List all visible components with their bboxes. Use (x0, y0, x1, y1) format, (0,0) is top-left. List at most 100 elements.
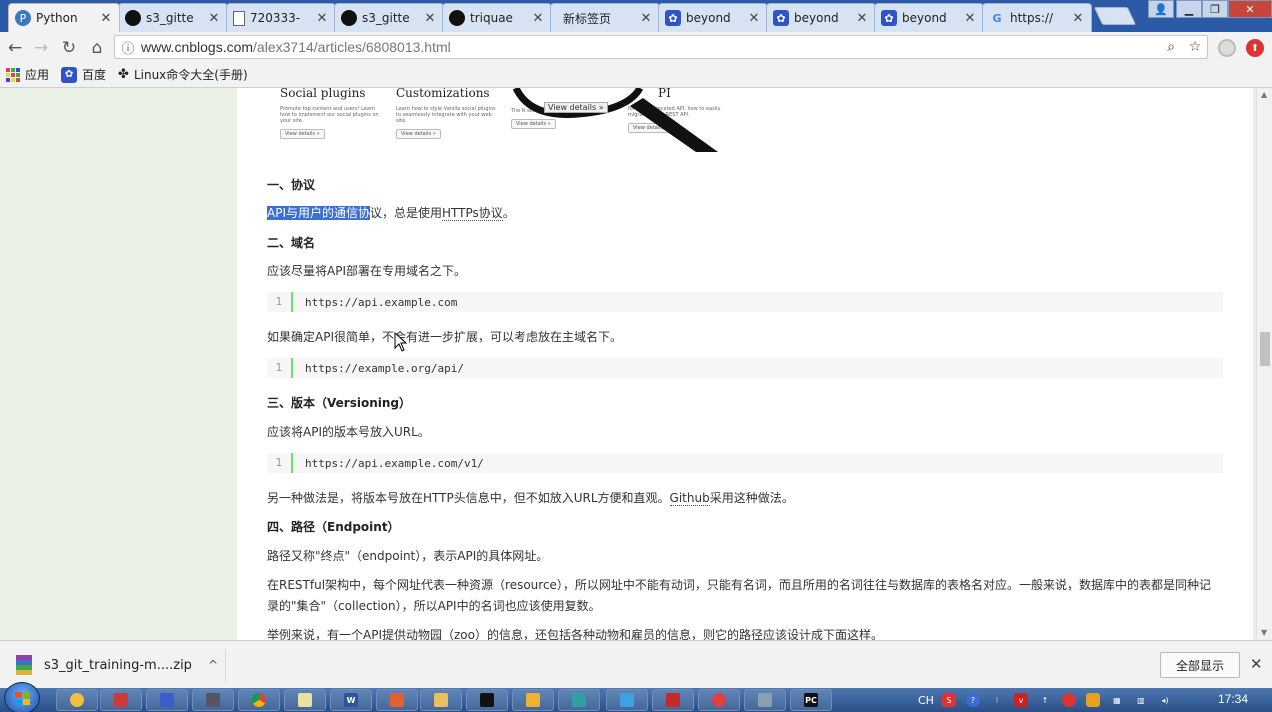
taskbar-app[interactable] (652, 689, 694, 711)
tab-python[interactable]: P Python ✕ (8, 3, 120, 32)
tray-icon[interactable]: ⁝ (990, 693, 1004, 707)
tab-s3-gitte-2[interactable]: s3_gitte ✕ (334, 3, 444, 32)
bookmark-star-icon[interactable]: ☆ (1183, 39, 1207, 55)
tab-720333[interactable]: 720333- ✕ (226, 3, 336, 32)
tab-s3-gitte-1[interactable]: s3_gitte ✕ (118, 3, 228, 32)
back-button[interactable]: ← (4, 37, 26, 59)
tray-icon[interactable] (1085, 693, 1100, 707)
taskbar-pycharm[interactable]: PC (790, 689, 832, 711)
browser-toolbar: ← → ↻ ⌂ ⓘ www.cnblogs.com/alex3714/artic… (0, 32, 1272, 62)
taskbar-app[interactable] (558, 689, 600, 711)
selected-text[interactable]: API与用户的通信协 (267, 206, 370, 220)
close-icon[interactable]: ✕ (99, 11, 113, 26)
bookmark-label: Linux命令大全(手册) (133, 68, 248, 82)
window-close-button[interactable]: ✕ (1228, 0, 1272, 18)
close-icon[interactable]: ✕ (1250, 655, 1263, 673)
https-protocol-link[interactable]: HTTPs协议 (442, 206, 503, 221)
chevron-up-icon[interactable]: ^ (201, 658, 225, 672)
magnifier-graphic (512, 88, 718, 152)
scrollbar-thumb[interactable] (1260, 332, 1270, 366)
scroll-up-icon[interactable]: ▲ (1261, 90, 1267, 99)
download-bar: s3_git_training-m....zip ^ 全部显示 ✕ (0, 640, 1272, 688)
tab-label: beyond (686, 11, 731, 25)
code-block[interactable]: 1 https://api.example.com (267, 292, 1223, 312)
scroll-down-icon[interactable]: ▼ (1261, 628, 1267, 637)
github-link[interactable]: Github (669, 491, 710, 506)
tab-beyond-2[interactable]: ✿ beyond ✕ (766, 3, 876, 32)
page-viewport[interactable]: Social plugins Promote top content and u… (0, 88, 1272, 640)
tab-triquae[interactable]: triquae ✕ (442, 3, 552, 32)
close-icon[interactable]: ✕ (963, 11, 977, 26)
download-item[interactable]: s3_git_training-m....zip ^ (8, 649, 226, 681)
terminal-icon (480, 693, 494, 707)
basket-icon (526, 693, 540, 707)
minimize-button[interactable]: ▁ (1176, 0, 1202, 18)
close-icon[interactable]: ✕ (315, 11, 329, 26)
tray-icon[interactable]: ▥ (1134, 693, 1148, 707)
sogou-icon[interactable]: S (941, 693, 956, 707)
user-icon[interactable]: 👤 (1148, 0, 1174, 18)
tab-new-tab[interactable]: 新标签页 ✕ (550, 3, 660, 32)
taskbar-app[interactable] (606, 689, 648, 711)
help-icon[interactable]: ? (965, 693, 980, 707)
paragraph-versioning-2: 另一种做法是，将版本号放在HTTP头信息中，但不如放入URL方便和直观。Gith… (267, 489, 794, 506)
taskbar-app[interactable] (698, 689, 740, 711)
bookmark-apps[interactable]: 应用 (6, 66, 49, 83)
restore-button[interactable]: ❐ (1202, 0, 1228, 18)
close-icon[interactable]: ✕ (747, 11, 761, 26)
taskbar-app[interactable] (284, 689, 326, 711)
code-block[interactable]: 1 https://api.example.com/v1/ (267, 453, 1223, 473)
reload-button[interactable]: ↻ (58, 37, 80, 59)
info-icon[interactable]: ⓘ (115, 38, 141, 57)
taskbar-app[interactable] (192, 689, 234, 711)
taskbar-cmd[interactable] (466, 689, 508, 711)
address-bar[interactable]: ⓘ www.cnblogs.com/alex3714/articles/6808… (114, 35, 1208, 59)
code-block[interactable]: 1 https://example.org/api/ (267, 358, 1223, 378)
close-icon[interactable]: ✕ (531, 11, 545, 26)
taskbar-clock[interactable]: 17:34 (1218, 692, 1248, 706)
extension-adblock-icon[interactable]: ⬆ (1246, 39, 1264, 57)
tray-icon[interactable]: v (1013, 693, 1028, 707)
show-all-downloads-button[interactable]: 全部显示 (1160, 652, 1240, 678)
app-icon (70, 693, 84, 707)
line-number: 1 (267, 358, 293, 378)
tab-https[interactable]: G https:// ✕ (982, 3, 1092, 32)
search-icon[interactable]: ⌕ (1159, 39, 1183, 55)
close-icon[interactable]: ✕ (207, 11, 221, 26)
forward-button[interactable]: → (30, 37, 52, 59)
extension-circle-icon[interactable] (1218, 39, 1236, 57)
text-span: 另一种做法是，将版本号放在HTTP头信息中，但不如放入URL方便和直观。 (267, 491, 670, 505)
taskbar-word[interactable]: W (330, 689, 372, 711)
taskbar-app[interactable] (146, 689, 188, 711)
tab-beyond-3[interactable]: ✿ beyond ✕ (874, 3, 984, 32)
url-text[interactable]: www.cnblogs.com/alex3714/articles/680801… (141, 39, 1159, 55)
new-tab-button[interactable] (1093, 7, 1137, 25)
language-indicator[interactable]: CH (918, 694, 934, 707)
start-button[interactable] (4, 682, 40, 712)
network-icon[interactable]: ▦ (1110, 693, 1124, 707)
taskbar-app[interactable] (100, 689, 142, 711)
taskbar-chrome[interactable] (238, 689, 280, 711)
taskbar-app[interactable] (56, 689, 98, 711)
bookmark-linux[interactable]: ✤ Linux命令大全(手册) (118, 66, 248, 83)
taskbar-app[interactable] (512, 689, 554, 711)
page-scrollbar[interactable]: ▲ ▼ (1256, 88, 1272, 640)
bookmark-baidu[interactable]: ✿ 百度 (61, 66, 106, 83)
volume-icon[interactable]: ◂) (1158, 693, 1172, 707)
tray-icon[interactable] (1061, 693, 1076, 707)
home-button[interactable]: ⌂ (86, 37, 108, 59)
download-filename: s3_git_training-m....zip (44, 657, 192, 673)
taskbar-explorer[interactable] (420, 689, 462, 711)
close-icon[interactable]: ✕ (423, 11, 437, 26)
close-icon[interactable]: ✕ (1071, 11, 1085, 26)
taskbar-app[interactable] (376, 689, 418, 711)
github-icon (341, 10, 357, 26)
document-icon (233, 10, 245, 26)
app-icon (390, 693, 404, 707)
close-icon[interactable]: ✕ (639, 11, 653, 26)
close-icon[interactable]: ✕ (855, 11, 869, 26)
tray-icon[interactable]: ↑ (1038, 693, 1052, 707)
taskbar-app[interactable] (744, 689, 786, 711)
baidu-paw-icon: ✿ (665, 10, 681, 26)
tab-beyond-1[interactable]: ✿ beyond ✕ (658, 3, 768, 32)
